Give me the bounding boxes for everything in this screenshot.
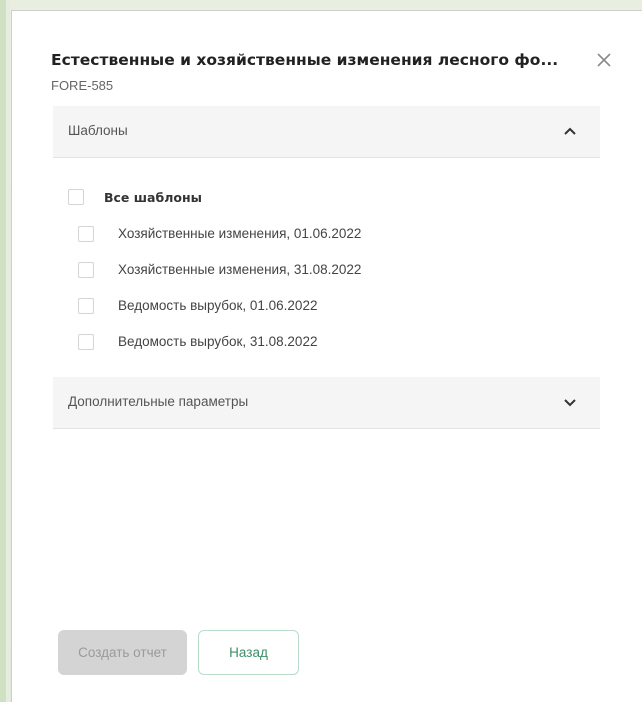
checkbox-template-1[interactable]: Хозяйственные изменения, 01.06.2022 (78, 226, 408, 246)
checkbox[interactable] (68, 189, 84, 205)
dialog-title: Естественные и хозяйственные изменения л… (51, 51, 559, 69)
checkbox-all-templates[interactable]: Все шаблоны (68, 189, 368, 209)
checkbox-label: Все шаблоны (104, 190, 202, 205)
dialog-subtitle: FORE-585 (51, 78, 114, 93)
extra-params-section-label: Дополнительные параметры (68, 394, 249, 409)
back-button[interactable]: Назад (198, 630, 299, 675)
chevron-up-icon (562, 123, 578, 139)
chevron-down-icon (562, 394, 578, 410)
create-report-button[interactable]: Создать отчет (58, 630, 187, 675)
templates-section-header[interactable]: Шаблоны (53, 106, 600, 158)
checkbox-label: Ведомость вырубок, 01.06.2022 (118, 298, 318, 313)
checkbox-label: Ведомость вырубок, 31.08.2022 (118, 334, 318, 349)
templates-section-label: Шаблоны (68, 123, 128, 138)
checkbox-label: Хозяйственные изменения, 01.06.2022 (118, 226, 362, 241)
checkbox-template-4[interactable]: Ведомость вырубок, 31.08.2022 (78, 334, 408, 354)
checkbox-template-2[interactable]: Хозяйственные изменения, 31.08.2022 (78, 262, 408, 282)
checkbox[interactable] (78, 226, 94, 242)
checkbox[interactable] (78, 262, 94, 278)
checkbox[interactable] (78, 334, 94, 350)
checkbox-template-3[interactable]: Ведомость вырубок, 01.06.2022 (78, 298, 408, 318)
checkbox-label: Хозяйственные изменения, 31.08.2022 (118, 262, 362, 277)
extra-params-section-header[interactable]: Дополнительные параметры (53, 377, 600, 429)
close-icon[interactable] (592, 48, 616, 72)
checkbox[interactable] (78, 298, 94, 314)
